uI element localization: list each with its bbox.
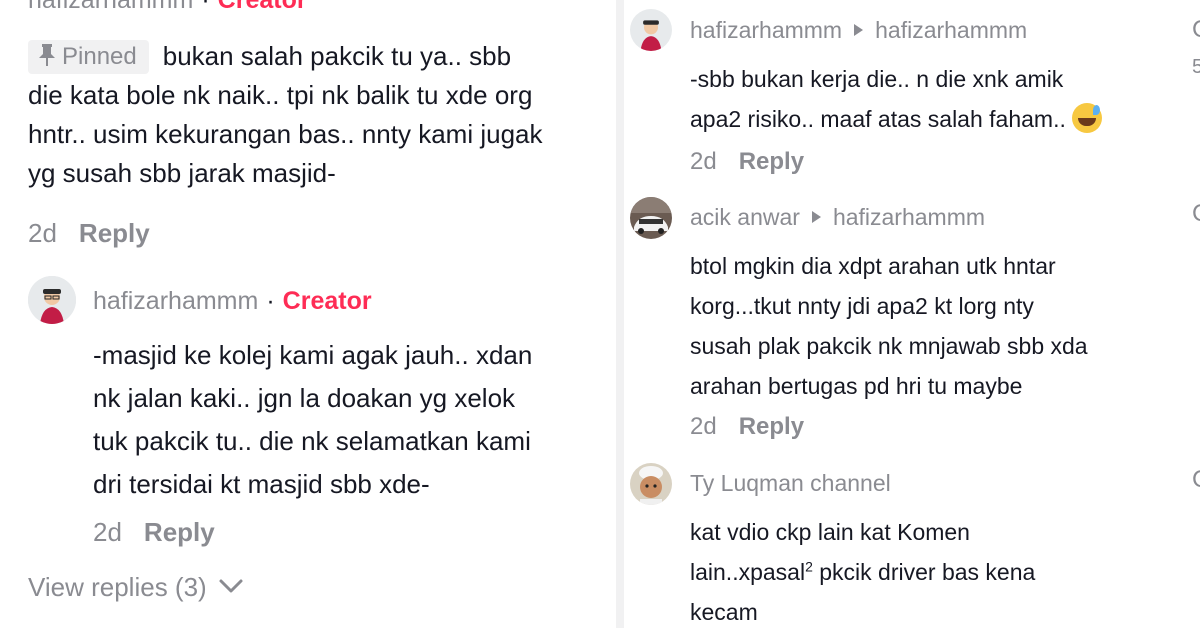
comment-text: kat vdio ckp lain kat Komen lain..xpasal…: [690, 512, 1190, 628]
avatar[interactable]: [630, 197, 672, 239]
pinned-label: Pinned: [62, 43, 137, 70]
reply-comment-text: -masjid ke kolej kami agak jauh.. xdan n…: [93, 336, 613, 504]
reply-arrow-icon: [854, 24, 864, 36]
comment-username[interactable]: hafizarhammm: [28, 0, 193, 14]
like-icon-partial[interactable]: C: [1192, 466, 1200, 494]
avatar[interactable]: [28, 276, 76, 324]
reply-button[interactable]: Reply: [79, 218, 150, 248]
comment-line: kat vdio ckp lain kat Komen: [690, 519, 970, 545]
comment-time: 2d: [690, 148, 717, 175]
comment-text: -sbb bukan kerja die.. n die xnk amik ap…: [690, 59, 1190, 139]
comment-username[interactable]: Ty Luqman channel: [690, 470, 891, 496]
separator-dot: ·: [201, 0, 210, 14]
comment-meta: 2d Reply: [690, 413, 804, 441]
comment-line: lain..xpasal: [690, 559, 806, 585]
reply-to-username[interactable]: hafizarhammm: [833, 204, 985, 230]
comment-line: die kata bole nk naik.. tpi nk balik tu …: [28, 80, 533, 110]
comment-header: acik anwar hafizarhammm: [690, 204, 985, 231]
avatar-photo-child: [630, 463, 672, 505]
comment-meta: 2d Reply: [690, 148, 804, 176]
comment-time: 2d: [28, 218, 57, 248]
reply-button[interactable]: Reply: [144, 517, 215, 547]
comments-panel-left: hafizarhammm · Creator Pinned bukan salah p…: [0, 0, 616, 628]
avatar-photo-car: [630, 197, 672, 239]
comment-line: bukan salah pakcik tu ya.. sbb: [162, 41, 512, 71]
comment-line: -sbb bukan kerja die.. n die xnk amik: [690, 66, 1064, 92]
like-icon-partial[interactable]: C: [1192, 16, 1200, 44]
reply-button[interactable]: Reply: [739, 148, 804, 175]
comment-header: Ty Luqman channel: [690, 470, 891, 497]
creator-badge: Creator: [217, 0, 307, 14]
comment-meta: 2d Reply: [28, 214, 150, 253]
comment-line: arahan bertugas pd hri tu maybe: [690, 373, 1023, 399]
comment-line: dri tersidai kt masjid sbb xde-: [93, 469, 430, 499]
avatar-illustration: [28, 276, 76, 324]
pinned-comment-text: Pinned bukan salah pakcik tu ya.. sbb die…: [28, 37, 616, 193]
comment-time: 2d: [690, 413, 717, 440]
separator-dot: ·: [266, 287, 275, 315]
comment-line: nk jalan kaki.. jgn la doakan yg xelok: [93, 383, 516, 413]
comment-header: hafizarhammm · Creator: [28, 0, 307, 15]
comment-text: btol mgkin dia xdpt arahan utk hntar kor…: [690, 246, 1190, 406]
comment-username[interactable]: hafizarhammm: [93, 287, 258, 315]
creator-badge: Creator: [282, 287, 372, 315]
panel-divider: [616, 0, 624, 628]
chevron-down-icon: [219, 579, 243, 593]
comment-line: -masjid ke kolej kami agak jauh.. xdan: [93, 340, 533, 370]
comment-line: hntr.. usim kekurangan bas.. nnty kami j…: [28, 119, 543, 149]
pin-icon: [39, 44, 55, 66]
sweat-smile-emoji-icon: [1071, 103, 1102, 133]
avatar[interactable]: [630, 9, 672, 51]
comment-line: tuk pakcik tu.. die nk selamatkan kami: [93, 426, 531, 456]
comment-meta: 2d Reply: [93, 513, 215, 552]
reply-to-username[interactable]: hafizarhammm: [875, 17, 1027, 43]
like-count-partial: 5: [1192, 56, 1200, 78]
comments-panel-right: hafizarhammm hafizarhammm -sbb bukan kerj…: [624, 0, 1200, 628]
comment-username[interactable]: acik anwar: [690, 204, 800, 230]
view-replies-label: View replies (3): [28, 572, 207, 602]
avatar[interactable]: [630, 463, 672, 505]
comment-header: hafizarhammm · Creator: [93, 287, 372, 316]
comment-time: 2d: [93, 517, 122, 547]
view-replies-button[interactable]: View replies (3): [28, 568, 244, 607]
reply-button[interactable]: Reply: [739, 413, 804, 440]
comment-header: hafizarhammm hafizarhammm: [690, 17, 1027, 44]
superscript: 2: [805, 558, 813, 575]
comment-username[interactable]: hafizarhammm: [690, 17, 842, 43]
pinned-badge: Pinned: [28, 40, 149, 74]
comment-line: kecam: [690, 599, 758, 625]
comment-line: yg susah sbb jarak masjid-: [28, 158, 336, 188]
comment-line: korg...tkut nnty jdi apa2 kt lorg nty: [690, 293, 1034, 319]
comment-line: btol mgkin dia xdpt arahan utk hntar: [690, 253, 1056, 279]
like-icon-partial[interactable]: C: [1192, 200, 1200, 228]
comment-line: apa2 risiko.. maaf atas salah faham..: [690, 106, 1066, 132]
comment-line: susah plak pakcik nk mnjawab sbb xda: [690, 333, 1088, 359]
reply-arrow-icon: [811, 211, 821, 223]
comment-line: pkcik driver bas kena: [812, 559, 1036, 585]
avatar-illustration: [630, 9, 672, 51]
